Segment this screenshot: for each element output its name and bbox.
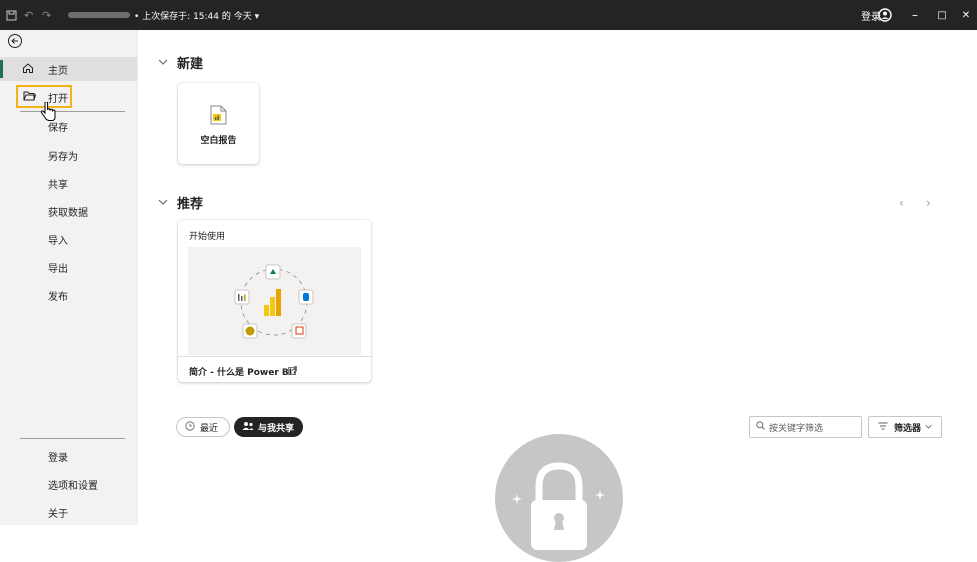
sidebar-item-label: 关于 [48,508,68,520]
chevron-down-icon[interactable] [158,58,168,69]
sidebar-item-label: 选项和设置 [48,480,98,492]
sidebar-item-signin[interactable]: 登录 [10,444,137,468]
clock-icon [185,420,195,434]
blank-report-label: 空白报告 [200,136,237,146]
home-icon [22,62,36,76]
search-placeholder: 按关键字筛选 [769,423,824,434]
card-footer[interactable]: 简介 - 什么是 Power BI? [178,356,371,383]
redo-icon[interactable]: ↷ [42,0,51,30]
save-icon[interactable] [6,0,17,30]
sidebar-divider [20,438,125,439]
sidebar-item-label: 保存 [48,122,68,134]
undo-icon[interactable]: ↶ [24,0,33,30]
filter-icon [878,422,888,433]
back-arrow-icon [8,34,22,48]
minimize-button[interactable]: – [904,0,926,30]
save-status[interactable]: • 上次保存于: 15:44 的 今天 ▾ [68,0,259,30]
sidebar-item-share[interactable]: 共享 [10,171,137,195]
account-icon[interactable] [878,0,892,30]
sidebar-item-import[interactable]: 导入 [10,227,137,251]
sidebar-item-home[interactable]: 主页 [0,57,137,81]
file-name-redacted [68,12,130,18]
search-input[interactable]: 按关键字筛选 [749,416,862,438]
chevron-down-icon [925,422,932,432]
new-section-title: 新建 [177,57,204,72]
people-icon [242,421,254,434]
report-file-icon [210,105,227,128]
sidebar-item-label: 导出 [48,263,68,275]
back-button[interactable] [7,33,23,52]
main-content: 新建 空白报告 推荐 ‹ › 开始使用 简介 - 什么是 Power BI? 最… [138,30,977,562]
sidebar-item-label: 共享 [48,179,68,191]
maximize-button[interactable]: □ [931,0,953,30]
title-bar: ↶ ↷ • 上次保存于: 15:44 的 今天 ▾ 登录 – □ ✕ [0,0,977,30]
sidebar-item-publish[interactable]: 发布 [10,283,137,307]
power-bi-illustration [188,247,361,355]
chevron-left-icon[interactable]: ‹ [899,196,904,210]
tab-recent-label: 最近 [200,423,219,434]
sidebar-item-options[interactable]: 选项和设置 [10,472,137,496]
sidebar-divider [20,111,125,112]
lock-icon [512,462,605,550]
tab-shared-label: 与我共享 [258,423,295,434]
last-saved-text: • 上次保存于: 15:44 的 今天 ▾ [134,11,260,22]
sidebar-item-label: 另存为 [48,151,78,163]
sidebar-item-save-as[interactable]: 另存为 [10,143,137,167]
filter-button[interactable]: 筛选器 [868,416,942,438]
sidebar-item-save[interactable]: 保存 [10,114,137,138]
external-link-icon [288,365,297,378]
sidebar-item-label: 发布 [48,291,68,303]
card-footer-label: 简介 - 什么是 Power BI? [189,368,298,378]
chevron-right-icon[interactable]: › [926,196,931,210]
card-title: 开始使用 [189,232,226,242]
sidebar-item-get-data[interactable]: 获取数据 [10,199,137,223]
sidebar-item-export[interactable]: 导出 [10,255,137,279]
chevron-down-icon[interactable] [158,198,168,209]
recommended-section-title: 推荐 [177,197,204,212]
sidebar-item-about[interactable]: 关于 [10,500,137,524]
sidebar-item-label: 获取数据 [48,207,88,219]
close-button[interactable]: ✕ [955,0,977,30]
filter-label: 筛选器 [894,423,922,434]
tab-recent[interactable]: 最近 [176,417,230,437]
sidebar-item-label: 导入 [48,235,68,247]
sidebar-item-label: 登录 [48,452,68,464]
tab-shared-with-me[interactable]: 与我共享 [234,417,303,437]
blank-report-card[interactable]: 空白报告 [178,83,259,164]
get-started-card[interactable]: 开始使用 简介 - 什么是 Power BI? [178,220,371,382]
lock-illustration [495,434,623,562]
sidebar-item-label: 主页 [48,65,68,77]
search-icon [756,421,765,433]
